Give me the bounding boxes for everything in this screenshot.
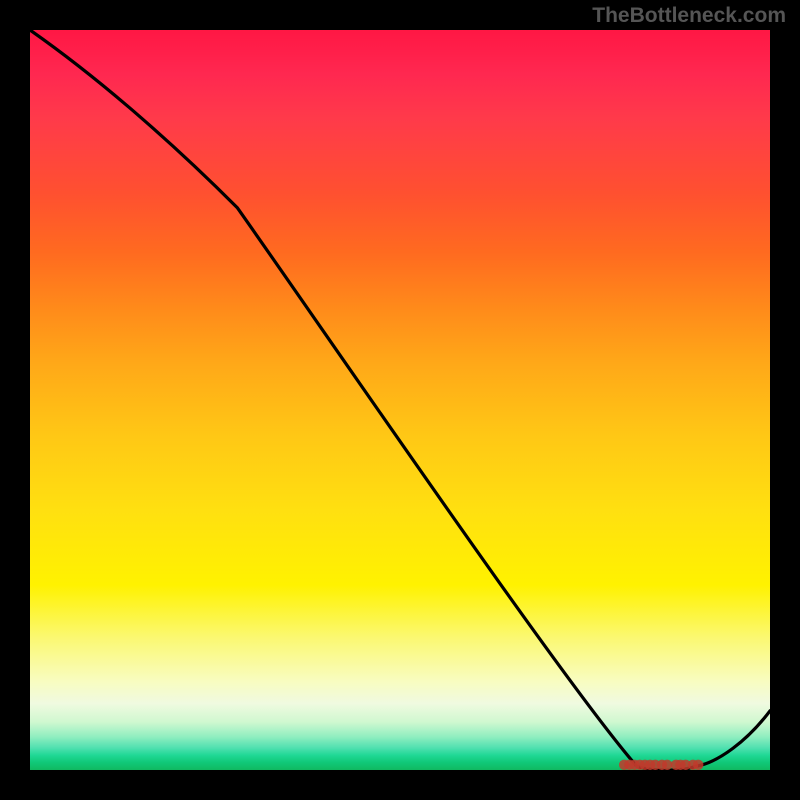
marker-dot: [693, 760, 703, 770]
marker-dot: [662, 760, 672, 770]
chart-svg: [30, 30, 770, 770]
watermark-text: TheBottleneck.com: [592, 4, 786, 28]
marker-cluster: [619, 760, 703, 770]
chart-plot-area: [30, 30, 770, 770]
data-curve: [30, 30, 770, 770]
